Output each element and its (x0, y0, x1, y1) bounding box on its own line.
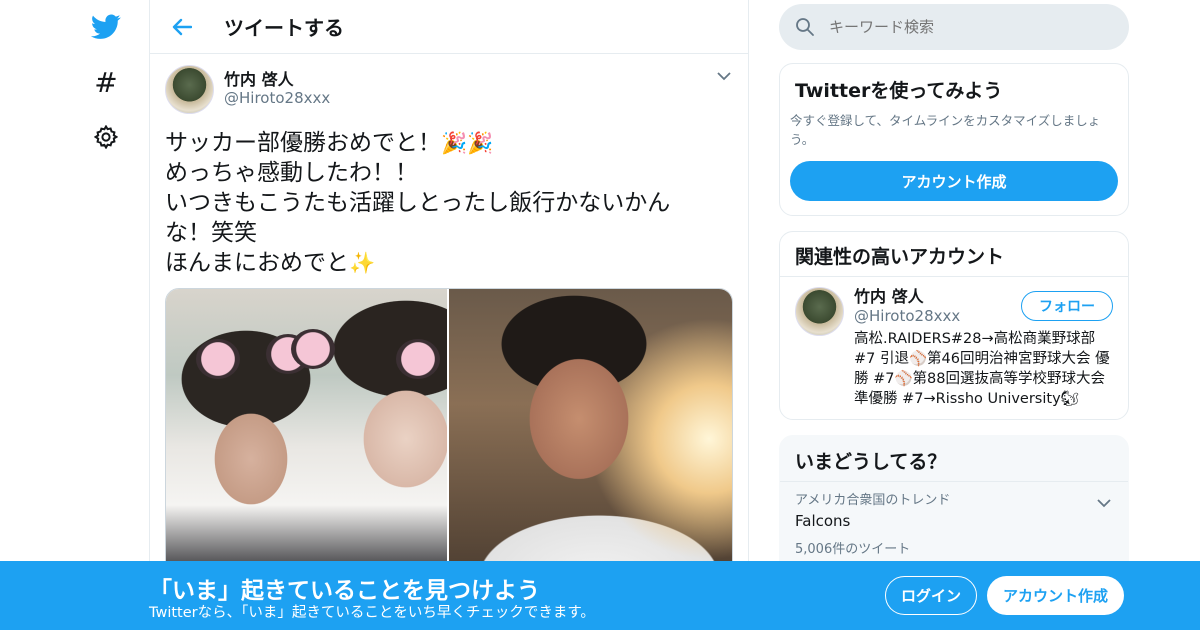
follow-button[interactable]: フォロー (1021, 291, 1113, 321)
chevron-down-icon[interactable] (714, 66, 734, 86)
tweet-text: サッカー部優勝おめでと！🎉🎉 めっちゃ感動したわ！！ いつきもこうたも活躍しとっ… (165, 128, 705, 278)
tweet-line: ほんまにおめでと✨ (165, 248, 705, 278)
trend-item[interactable]: アメリカ合衆国のトレンド Falcons 5,006件のツイート (780, 482, 1128, 567)
author-handle[interactable]: @Hiroto28xxx (224, 89, 330, 107)
create-account-button[interactable]: アカウント作成 (790, 161, 1118, 201)
gear-icon[interactable] (88, 119, 124, 155)
tweet-line: な！笑笑 (165, 220, 257, 246)
author-name[interactable]: 竹内 啓人 (224, 71, 330, 89)
mouse-ear-sticker (291, 329, 335, 369)
related-user: 竹内 啓人 @Hiroto28xxx 高松.RAIDERS#28→高松商業野球部… (780, 277, 1128, 419)
bottom-signup-bar: 「いま」起きていることを見つけよう Twitterなら、「いま」起きていることを… (0, 561, 1200, 630)
main-column: ツイートする 竹内 啓人 @Hiroto28xxx サッカー部優勝おめでと！🎉🎉… (149, 0, 749, 630)
chevron-down-icon[interactable] (1095, 494, 1113, 512)
page-header: ツイートする (150, 0, 748, 54)
tweet-author: 竹内 啓人 @Hiroto28xxx (165, 64, 733, 114)
page-title: ツイートする (224, 16, 344, 40)
signup-card: Twitterを使ってみよう 今すぐ登録して、タイムラインをカスタマイズしましょ… (779, 63, 1129, 216)
sparkles-emoji: ✨ (349, 251, 376, 275)
tweet-line-text: サッカー部優勝おめでと！ (165, 130, 441, 156)
trend-context: アメリカ合衆国のトレンド (795, 493, 951, 508)
trends-title: いまどうしてる？ (780, 436, 1128, 482)
search-icon (795, 17, 815, 37)
tweet-line: めっちゃ感動したわ！！ (165, 160, 418, 186)
signup-button[interactable]: アカウント作成 (987, 576, 1124, 615)
signup-card-description: 今すぐ登録して、タイムラインをカスタマイズしましょう。 (790, 113, 1101, 147)
avatar[interactable] (165, 64, 214, 114)
login-button[interactable]: ログイン (885, 576, 977, 615)
tweet: 竹内 啓人 @Hiroto28xxx サッカー部優勝おめでと！🎉🎉 めっちゃ感動… (150, 54, 748, 278)
left-nav: # (0, 0, 150, 630)
hashtag-icon[interactable]: # (88, 64, 124, 100)
tweet-media (165, 288, 733, 578)
page: # ツイートする 竹内 啓人 @Hiroto28xxx サッカー部優勝おめでと！… (0, 0, 1200, 630)
related-accounts-title: 関連性の高いアカウント (780, 232, 1128, 277)
avatar[interactable] (795, 287, 844, 336)
party-popper-emoji: 🎉🎉 (441, 131, 494, 155)
mouse-ear-sticker (396, 339, 440, 379)
trend-count: 5,006件のツイート (795, 542, 911, 557)
bottom-bar-title: 「いま」起きていることを見つけよう (149, 578, 540, 604)
tweet-line-text: ほんまにおめでと (165, 250, 349, 276)
related-user-bio: 高松.RAIDERS#28→高松商業野球部 #7 引退⚾第46回明治神宮野球大会… (854, 331, 1110, 407)
author-names: 竹内 啓人 @Hiroto28xxx (224, 71, 330, 108)
mouse-ear-sticker (196, 339, 240, 379)
back-arrow-icon[interactable] (164, 9, 200, 45)
tweet-line: サッカー部優勝おめでと！🎉🎉 (165, 128, 705, 158)
related-accounts-card: 関連性の高いアカウント 竹内 啓人 @Hiroto28xxx 高松.RAIDER… (779, 231, 1129, 420)
search-input[interactable] (829, 18, 1109, 36)
signup-card-title: Twitterを使ってみよう (795, 80, 1003, 102)
tweet-line: いつきもこうたも活躍しとったし飯行かないかん (165, 190, 671, 216)
search-bar[interactable] (779, 4, 1129, 50)
bottom-bar-subtitle: Twitterなら、「いま」起きていることをいち早くチェックできます。 (149, 605, 595, 621)
trend-name[interactable]: Falcons (795, 510, 1113, 532)
twitter-bird-icon[interactable] (88, 9, 124, 45)
tweet-photo-1[interactable] (166, 289, 449, 577)
tweet-photo-2[interactable] (449, 289, 732, 577)
